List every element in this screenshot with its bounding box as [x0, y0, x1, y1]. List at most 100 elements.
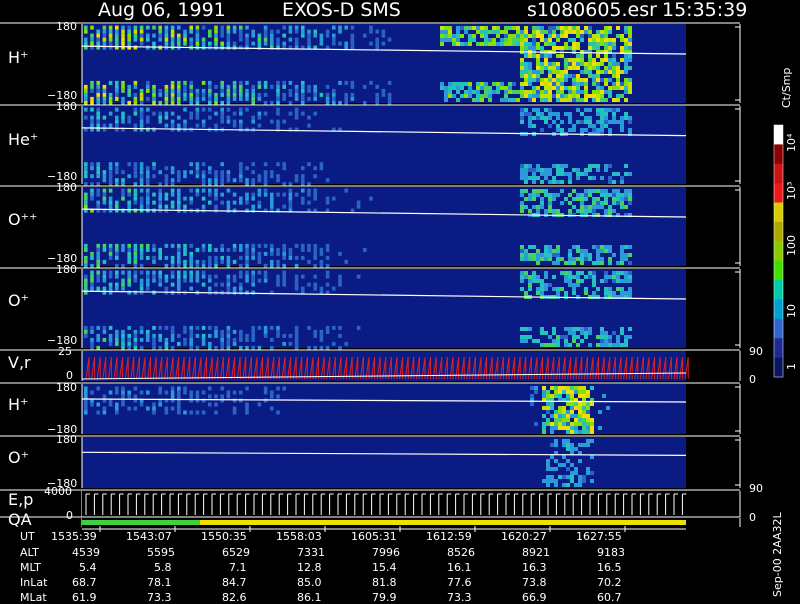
- heatmap-cell: [183, 29, 187, 34]
- heatmap-cell: [195, 33, 200, 38]
- heatmap-cell: [270, 119, 274, 124]
- heatmap-cell: [568, 26, 572, 30]
- heatmap-cell: [520, 34, 524, 38]
- heatmap-cell: [532, 245, 536, 249]
- heatmap-cell: [245, 25, 249, 30]
- heatmap-cell: [570, 386, 574, 390]
- heatmap-cell: [270, 33, 274, 38]
- panel-blank-area: [686, 187, 740, 266]
- heatmap-cell: [456, 34, 460, 38]
- heatmap-cell: [604, 193, 608, 197]
- heatmap-cell: [562, 475, 566, 479]
- heatmap-cell: [313, 96, 317, 101]
- heatmap-cell: [90, 25, 94, 30]
- heatmap-cell: [84, 166, 88, 171]
- heatmap-cell: [568, 253, 572, 257]
- heatmap-cell: [612, 54, 616, 58]
- heatmap-cell: [288, 192, 293, 197]
- heatmap-cell: [596, 245, 600, 249]
- heatmap-cell: [133, 406, 138, 411]
- heatmap-cell: [596, 257, 600, 261]
- heatmap-cell: [540, 30, 544, 34]
- heatmap-cell: [189, 333, 193, 338]
- heatmap-cell: [84, 29, 88, 34]
- heatmap-cell: [350, 80, 355, 85]
- heatmap-cell: [375, 100, 379, 105]
- heatmap-cell: [170, 394, 175, 399]
- heatmap-cell: [158, 390, 162, 395]
- heatmap-cell: [263, 386, 268, 391]
- heatmap-cell: [170, 170, 175, 175]
- heatmap-cell: [496, 34, 500, 38]
- heatmap-cell: [332, 88, 336, 93]
- heatmap-cell: [452, 94, 456, 98]
- heatmap-cell: [220, 255, 224, 260]
- heatmap-cell: [251, 345, 255, 350]
- heatmap-cell: [580, 193, 584, 197]
- heatmap-cell: [276, 410, 280, 415]
- heatmap-cell: [608, 42, 612, 46]
- heatmap-cell: [588, 176, 592, 180]
- heatmap-cell: [516, 98, 520, 102]
- heatmap-cell: [556, 339, 560, 343]
- heatmap-cell: [548, 70, 552, 74]
- heatmap-cell: [504, 98, 508, 102]
- heatmap-cell: [90, 119, 94, 124]
- heatmap-cell: [270, 394, 274, 399]
- heatmap-cell: [158, 402, 162, 407]
- heatmap-cell: [592, 245, 596, 249]
- heatmap-cell: [350, 45, 355, 50]
- table-cell: 9183: [597, 546, 625, 559]
- heatmap-cell: [177, 174, 181, 179]
- heatmap-cell: [208, 41, 212, 46]
- heatmap-cell: [139, 29, 144, 34]
- heatmap-cell: [90, 162, 94, 167]
- heatmap-cell: [448, 30, 452, 34]
- table-cell: 81.8: [372, 576, 397, 589]
- heatmap-cell: [524, 168, 528, 172]
- heatmap-cell: [536, 176, 540, 180]
- heatmap-cell: [616, 86, 620, 90]
- heatmap-cell: [586, 467, 590, 471]
- heatmap-cell: [276, 386, 280, 391]
- heatmap-cell: [245, 386, 249, 391]
- heatmap-cell: [608, 339, 612, 343]
- heatmap-cell: [282, 274, 286, 279]
- heatmap-cell: [115, 25, 119, 30]
- heatmap-cell: [226, 107, 231, 112]
- heatmap-cell: [500, 86, 504, 90]
- heatmap-cell: [276, 100, 280, 105]
- heatmap-cell: [532, 257, 536, 261]
- heatmap-cell: [170, 33, 175, 38]
- heatmap-cell: [338, 333, 342, 338]
- heatmap-cell: [592, 90, 596, 94]
- heatmap-cell: [536, 58, 540, 62]
- heatmap-cell: [220, 192, 224, 197]
- heatmap-cell: [590, 455, 594, 459]
- heatmap-cell: [251, 84, 255, 89]
- heatmap-cell: [102, 196, 107, 201]
- heatmap-cell: [263, 192, 268, 197]
- heatmap-cell: [564, 58, 568, 62]
- right-tick-label: 90: [749, 482, 763, 495]
- heatmap-cell: [570, 430, 574, 434]
- heatmap-cell: [263, 111, 268, 116]
- heatmap-cell: [307, 188, 311, 193]
- heatmap-cell: [488, 94, 492, 98]
- heatmap-cell: [570, 447, 574, 451]
- heatmap-cell: [580, 279, 584, 283]
- heatmap-cell: [616, 172, 620, 176]
- heatmap-cell: [127, 33, 131, 38]
- heatmap-cell: [301, 80, 305, 85]
- right-tick-label: 0: [749, 511, 756, 524]
- heatmap-cell: [604, 287, 608, 291]
- heatmap-cell: [90, 166, 94, 171]
- heatmap-cell: [263, 33, 268, 38]
- heatmap-cell: [208, 247, 212, 252]
- heatmap-cell: [208, 286, 212, 291]
- heatmap-cell: [133, 123, 138, 128]
- heatmap-cell: [528, 176, 532, 180]
- heatmap-cell: [239, 247, 243, 252]
- heatmap-cell: [127, 251, 131, 256]
- heatmap-cell: [164, 29, 169, 34]
